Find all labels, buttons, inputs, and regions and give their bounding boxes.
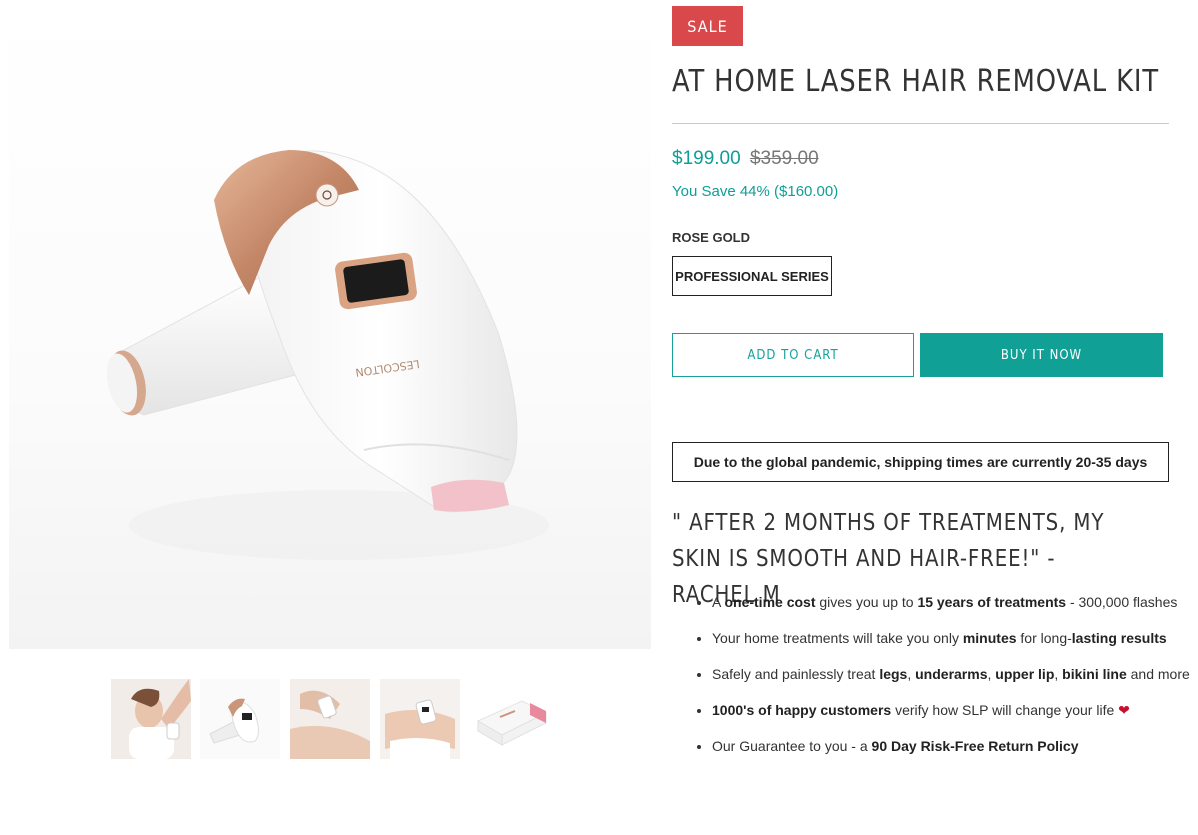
- thumb-device-product-image: [200, 679, 280, 759]
- laser-device-illustration: LESCOLTON: [106, 150, 549, 560]
- variant-option-professional-series[interactable]: PROFESSIONAL SERIES: [672, 256, 832, 296]
- thumb-legs-treatment-image: [290, 679, 370, 759]
- thumb-bikini-treatment[interactable]: [380, 679, 460, 759]
- variant-label: ROSE GOLD: [672, 230, 751, 245]
- list-item: A one-time cost gives you up to 15 years…: [712, 590, 1198, 614]
- title-divider: [672, 123, 1169, 124]
- thumb-box-packaging[interactable]: [470, 679, 550, 759]
- thumb-legs-treatment[interactable]: [290, 679, 370, 759]
- main-product-image[interactable]: LESCOLTON: [9, 5, 651, 649]
- list-item: 1000's of happy customers verify how SLP…: [712, 698, 1198, 722]
- thumb-woman-underarm[interactable]: [111, 679, 191, 759]
- price-row: $199.00 $359.00: [672, 148, 819, 170]
- list-item: Our Guarantee to you - a 90 Day Risk-Fre…: [712, 734, 1198, 758]
- thumb-woman-underarm-image: [111, 679, 191, 759]
- product-title: AT HOME LASER HAIR REMOVAL KIT: [672, 64, 1159, 99]
- add-to-cart-button[interactable]: ADD TO CART: [672, 333, 914, 377]
- sale-badge: SALE: [672, 6, 743, 46]
- savings-text: You Save 44% ($160.00): [672, 183, 839, 200]
- current-price: $199.00: [672, 148, 741, 169]
- thumb-device-product[interactable]: [200, 679, 280, 759]
- thumb-box-packaging-image: [470, 679, 550, 759]
- list-item: Safely and painlessly treat legs, undera…: [712, 662, 1198, 686]
- buy-it-now-button[interactable]: BUY IT NOW: [920, 333, 1163, 377]
- list-item: Your home treatments will take you only …: [712, 626, 1198, 650]
- feature-list: A one-time cost gives you up to 15 years…: [672, 590, 1198, 770]
- original-price: $359.00: [749, 148, 819, 169]
- shipping-notice: Due to the global pandemic, shipping tim…: [672, 442, 1169, 482]
- heart-icon: ❤: [1118, 702, 1130, 718]
- thumb-bikini-treatment-image: [380, 679, 460, 759]
